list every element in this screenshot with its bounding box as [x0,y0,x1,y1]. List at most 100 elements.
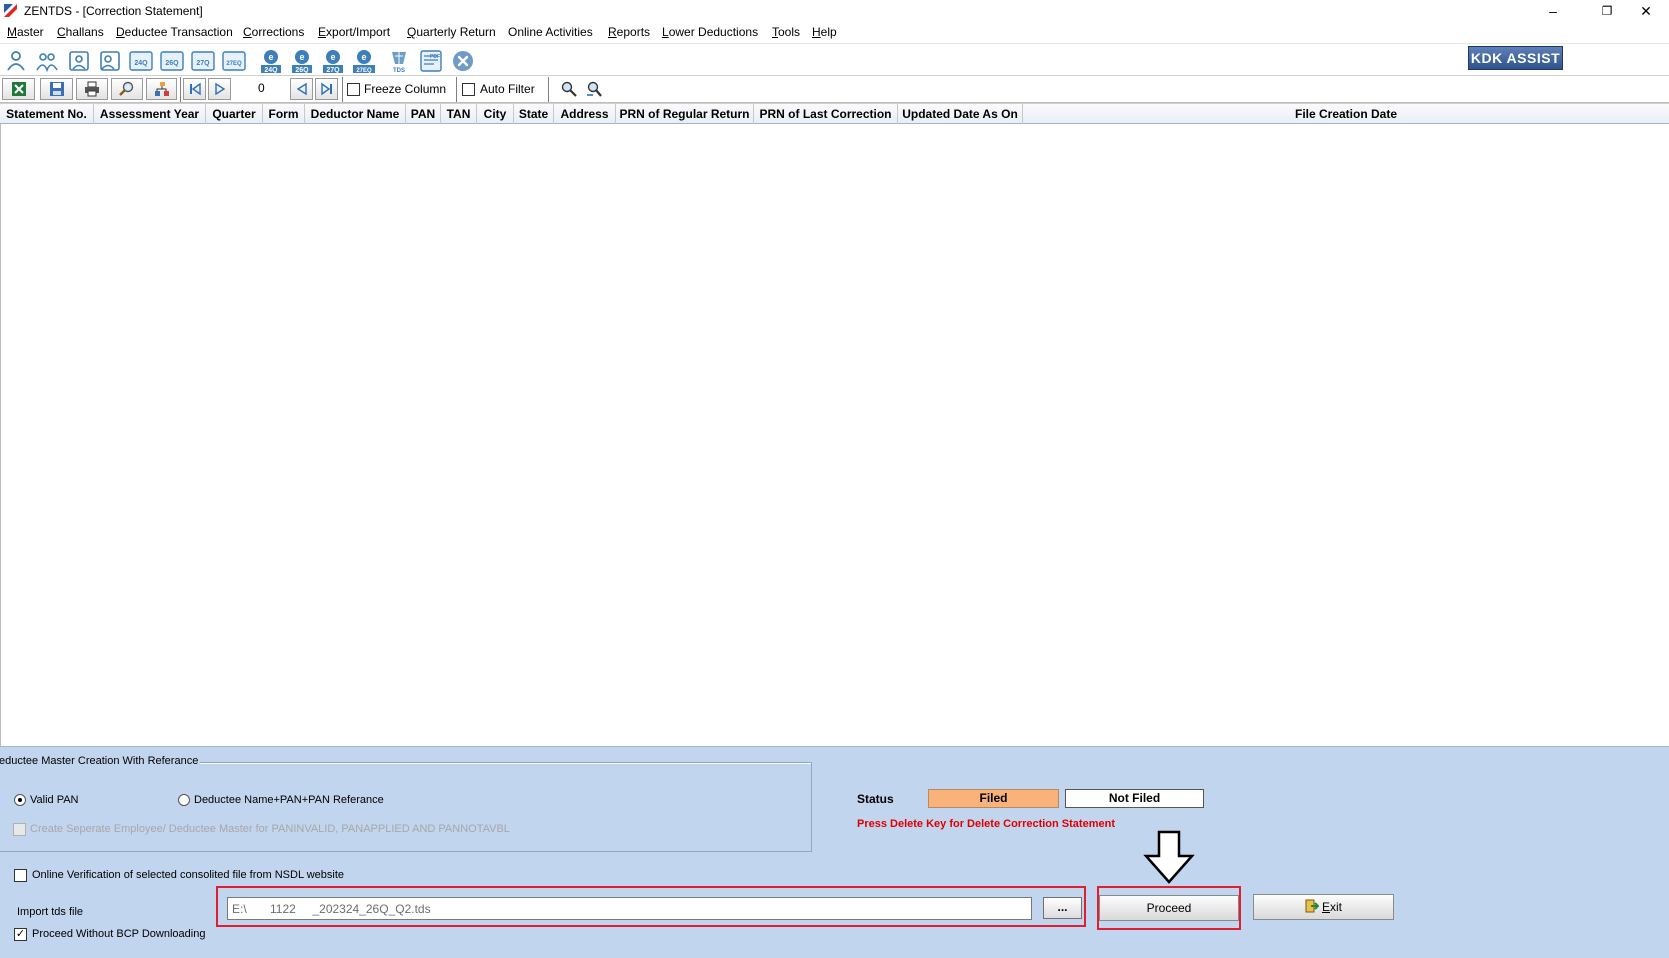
freeze-column-checkbox[interactable] [347,83,360,96]
employee-2-icon[interactable] [97,48,123,74]
form-26q-icon[interactable]: 26Q [159,48,185,74]
column-header-updated-date[interactable]: Updated Date As On [898,104,1023,124]
window-title: ZENTDS - [Correction Statement] [24,4,203,18]
play-icon [214,82,225,96]
printer-icon [85,81,99,97]
menu-lower-deductions[interactable]: Lower Deductions [662,25,758,39]
hierarchy-button[interactable] [146,78,177,100]
menu-reports[interactable]: Reports [608,25,650,39]
svg-text:PDF: PDF [430,54,440,60]
first-record-button[interactable] [183,78,206,100]
e-24q-icon[interactable]: e 24Q [258,48,284,74]
find-icon[interactable] [560,80,578,98]
e-27q-icon[interactable]: e 27Q [320,48,346,74]
menu-quarterly-return[interactable]: Quarterly Return [407,25,496,39]
svg-text:24Q: 24Q [134,60,148,67]
kdk-assist-button[interactable]: KDK ASSIST [1468,46,1563,70]
title-bar: ZENTDS - [Correction Statement] – ❐ ✕ [0,0,1669,22]
column-header-city[interactable]: City [477,104,514,124]
auto-filter-checkbox[interactable] [462,83,475,96]
status-label: Status [857,792,894,806]
deductees-icon[interactable] [34,48,60,74]
column-header-file-creation-date[interactable]: File Creation Date [1023,104,1669,124]
save-button[interactable] [40,78,73,100]
icon-toolbar: 24Q 26Q 27Q 27EQ e 24Q e 26Q e 27Q e 27EQ TD… [0,44,1669,76]
menu-challans[interactable]: Challans [57,25,104,39]
valid-pan-radio[interactable] [14,794,26,806]
freeze-column-label: Freeze Column [364,82,447,96]
browse-button[interactable]: ... [1043,897,1082,919]
exit-button[interactable]: Exit [1253,894,1394,920]
column-header-tan[interactable]: TAN [441,104,477,124]
menu-tools[interactable]: Tools [772,25,800,39]
excel-icon [11,82,26,96]
close-button[interactable]: ✕ [1623,0,1669,22]
magnifier-icon [119,81,134,96]
column-header-deductor-name[interactable]: Deductor Name [305,104,406,124]
svg-text:26Q: 26Q [295,67,309,74]
grid-navigation-bar: 0 Freeze Column Auto Filter [0,76,1669,103]
svg-text:e: e [299,52,304,62]
menu-deductee-transaction[interactable]: Deductee Transaction [116,25,233,39]
search-button[interactable] [111,78,143,100]
not-filed-legend: Not Filed [1065,789,1204,808]
column-header-statement-no[interactable]: Statement No. [0,104,94,124]
pdf-icon[interactable]: PDF [418,48,444,74]
create-separate-master-checkbox[interactable] [13,823,26,836]
import-tds-file-input[interactable] [227,897,1032,920]
tds-icon[interactable]: TDS [386,48,412,74]
online-verification-checkbox[interactable] [14,869,27,882]
minimize-button[interactable]: – [1530,0,1576,22]
deductee-name-pan-radio[interactable] [178,794,190,806]
deductor-icon[interactable] [3,48,29,74]
column-header-form[interactable]: Form [263,104,305,124]
employee-icon[interactable] [66,48,92,74]
menu-corrections[interactable]: Corrections [243,25,304,39]
e-26q-icon[interactable]: e 26Q [289,48,315,74]
deductee-master-reference-group: eductee Master Creation With Referance V… [0,755,812,852]
svg-text:26Q: 26Q [165,60,179,67]
menu-master[interactable]: Master [7,25,44,39]
next-record-button[interactable] [208,78,231,100]
close-circle-icon[interactable] [450,48,476,74]
menu-online-activities[interactable]: Online Activities [508,25,593,39]
svg-text:e: e [361,52,366,62]
menu-help[interactable]: Help [812,25,837,39]
filed-legend: Filed [928,789,1059,808]
delete-hint: Press Delete Key for Delete Correction S… [857,818,1115,830]
proceed-button[interactable]: Proceed [1099,895,1239,921]
previous-record-button[interactable] [290,78,313,100]
column-header-state[interactable]: State [514,104,554,124]
statement-grid-body[interactable] [0,124,1669,746]
column-header-prn-last-correction[interactable]: PRN of Last Correction [754,104,898,124]
exit-icon [1305,899,1319,913]
column-header-assessment-year[interactable]: Assessment Year [94,104,206,124]
last-record-button[interactable] [315,78,338,100]
find-next-icon[interactable] [585,80,603,98]
column-header-address[interactable]: Address [554,104,616,124]
export-excel-button[interactable] [2,78,35,100]
column-header-pan[interactable]: PAN [406,104,441,124]
create-separate-master-label: Create Seperate Employee/ Deductee Maste… [30,823,510,835]
print-button[interactable] [76,78,108,100]
svg-text:e: e [268,52,273,62]
previous-icon [296,82,307,96]
proceed-without-bcp-checkbox[interactable]: ✓ [14,928,27,941]
form-27eq-icon[interactable]: 27EQ [221,48,247,74]
proceed-without-bcp-label: Proceed Without BCP Downloading [32,928,206,940]
svg-text:27EQ: 27EQ [356,68,372,74]
import-tds-file-label: Import tds file [17,906,84,918]
form-24q-icon[interactable]: 24Q [128,48,154,74]
column-header-quarter[interactable]: Quarter [206,104,263,124]
svg-text:27Q: 27Q [326,67,340,74]
save-icon [49,82,64,96]
hierarchy-icon [154,82,169,96]
menu-export-import[interactable]: Export/Import [318,25,390,39]
exit-label: xit [1330,900,1342,914]
column-header-prn-regular-return[interactable]: PRN of Regular Return [616,104,754,124]
last-record-icon [320,82,332,96]
e-27eq-icon[interactable]: e 27EQ [351,48,377,74]
form-27q-icon[interactable]: 27Q [190,48,216,74]
svg-text:27EQ: 27EQ [226,61,242,67]
first-record-icon [189,82,201,96]
